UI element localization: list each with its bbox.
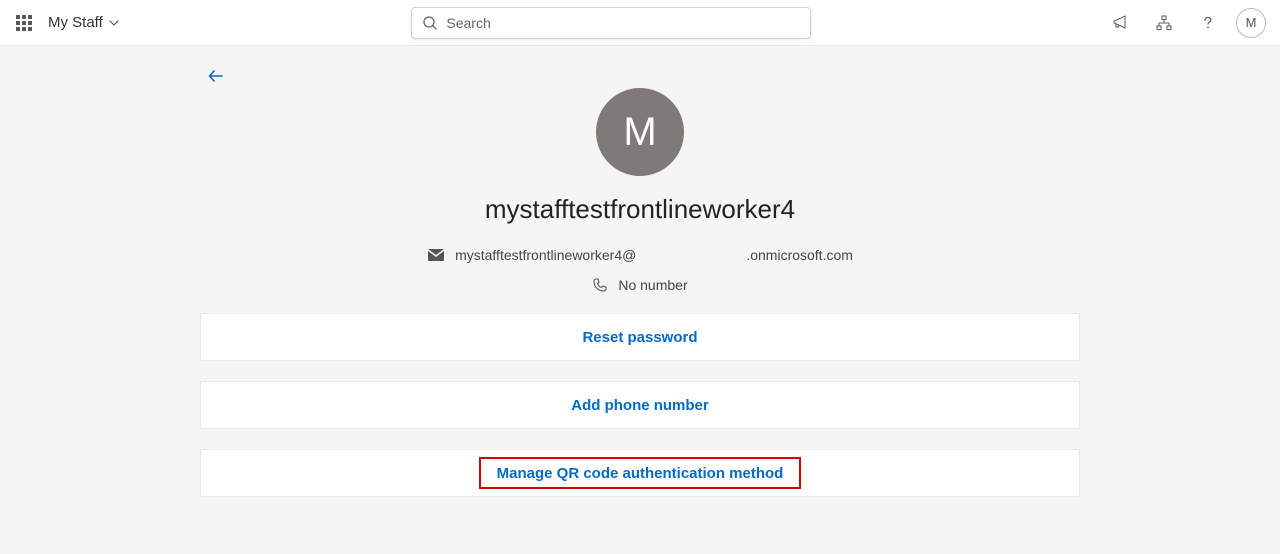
phone-row: No number <box>592 277 687 293</box>
header-right: M <box>1104 7 1272 39</box>
org-chart-icon <box>1155 14 1173 32</box>
main-content: M mystafftestfrontlineworker4 mystafftes… <box>0 46 1280 497</box>
email-suffix: .onmicrosoft.com <box>746 247 853 263</box>
app-header: My Staff M <box>0 0 1280 46</box>
app-title-label: My Staff <box>48 14 103 31</box>
phone-icon <box>592 277 608 293</box>
email-row: mystafftestfrontlineworker4@ .onmicrosof… <box>427 247 853 263</box>
app-title-dropdown[interactable]: My Staff <box>48 14 119 31</box>
chevron-down-icon <box>109 18 119 28</box>
manage-qr-button[interactable]: Manage QR code authentication method <box>200 449 1080 497</box>
org-chart-button[interactable] <box>1148 7 1180 39</box>
add-phone-button[interactable]: Add phone number <box>200 381 1080 429</box>
mail-icon <box>427 248 445 262</box>
megaphone-icon <box>1111 14 1129 32</box>
profile-avatar: M <box>596 88 684 176</box>
feedback-button[interactable] <box>1104 7 1136 39</box>
reset-password-label: Reset password <box>582 329 697 346</box>
email-prefix: mystafftestfrontlineworker4@ <box>455 247 636 263</box>
help-button[interactable] <box>1192 7 1224 39</box>
account-avatar-initial: M <box>1246 15 1257 30</box>
header-center <box>119 7 1104 39</box>
profile-avatar-initial: M <box>623 110 656 155</box>
search-box[interactable] <box>411 7 811 39</box>
help-icon <box>1199 14 1217 32</box>
manage-qr-label: Manage QR code authentication method <box>497 465 784 482</box>
phone-text: No number <box>618 277 687 293</box>
content-column: M mystafftestfrontlineworker4 mystafftes… <box>200 52 1080 497</box>
app-launcher-button[interactable] <box>8 7 40 39</box>
account-avatar[interactable]: M <box>1236 8 1266 38</box>
search-input[interactable] <box>446 15 800 31</box>
profile-display-name: mystafftestfrontlineworker4 <box>485 194 795 225</box>
arrow-left-icon <box>206 66 226 86</box>
profile-block: M mystafftestfrontlineworker4 mystafftes… <box>200 52 1080 293</box>
search-icon <box>422 15 438 31</box>
reset-password-button[interactable]: Reset password <box>200 313 1080 361</box>
add-phone-label: Add phone number <box>571 397 709 414</box>
back-button[interactable] <box>200 60 232 92</box>
